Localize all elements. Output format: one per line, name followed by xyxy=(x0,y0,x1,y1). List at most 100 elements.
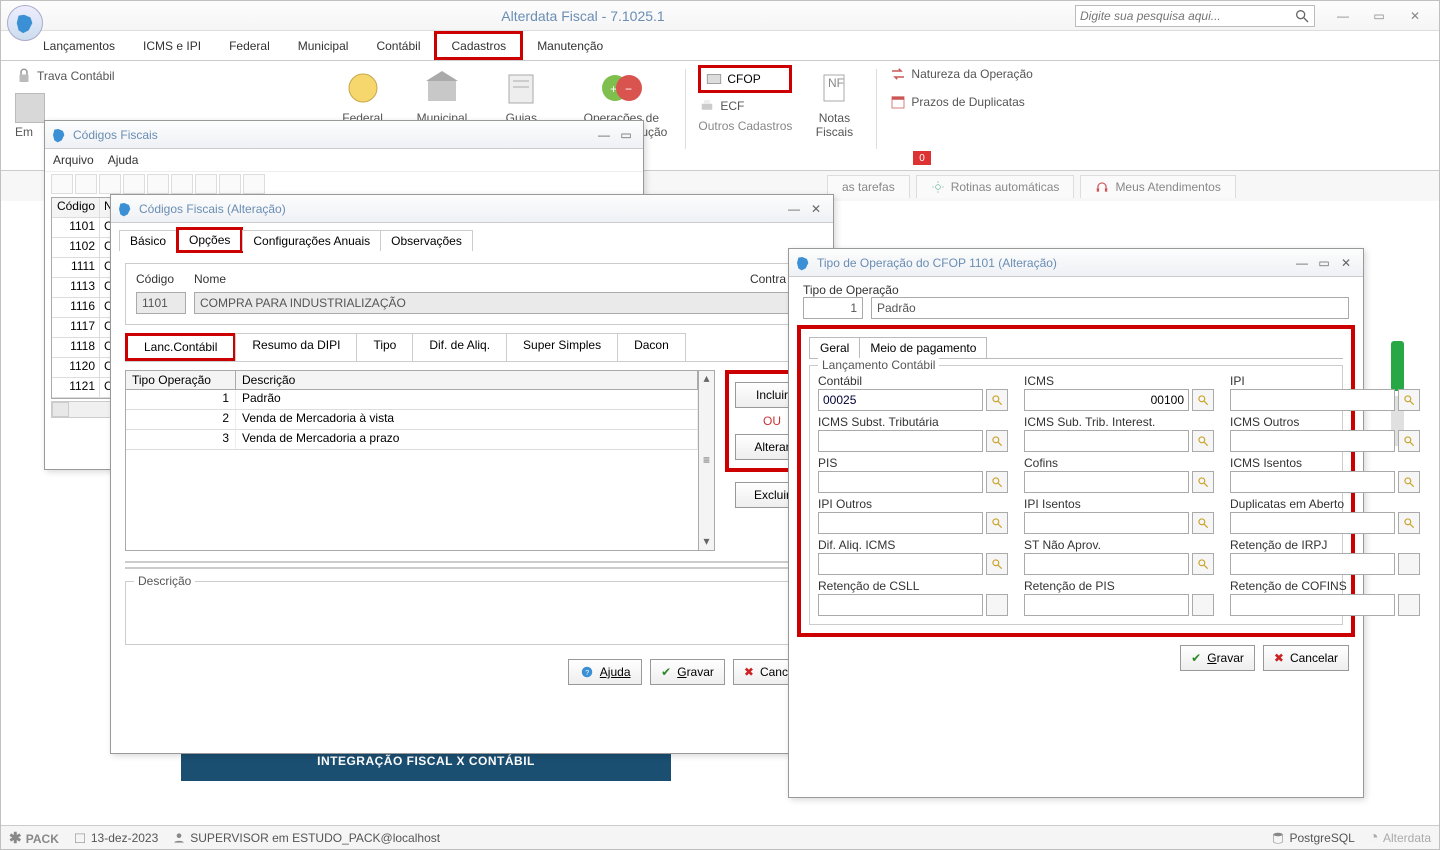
operacao-table[interactable]: Tipo Operação Descrição 1Padrão2Venda de… xyxy=(125,370,699,551)
icms_sti-search-icon[interactable] xyxy=(1192,430,1214,452)
cf-tool-4[interactable] xyxy=(123,174,145,194)
cf-tool-2[interactable] xyxy=(75,174,97,194)
menu-municipal[interactable]: Municipal xyxy=(284,31,363,60)
cf-tool-3[interactable] xyxy=(99,174,121,194)
ipi_out-input[interactable] xyxy=(818,512,983,534)
global-search[interactable] xyxy=(1075,5,1315,27)
natureza-button[interactable]: Natureza da Operação xyxy=(889,65,1032,83)
pis-search-icon[interactable] xyxy=(986,471,1008,493)
ipi_ise-input[interactable] xyxy=(1024,512,1189,534)
contabil-input[interactable] xyxy=(818,389,983,411)
icms_st-search-icon[interactable] xyxy=(986,430,1008,452)
cf-tool-9[interactable] xyxy=(243,174,265,194)
trava-contabil-button[interactable]: Trava Contábil xyxy=(15,67,115,85)
ipi_out-search-icon[interactable] xyxy=(986,512,1008,534)
minimize-button[interactable]: — xyxy=(1329,6,1357,26)
icms_st-input[interactable] xyxy=(818,430,983,452)
icms_out-input[interactable] xyxy=(1230,430,1395,452)
notas-fiscais-icon[interactable]: NF xyxy=(810,67,858,109)
tipo-num-field[interactable] xyxy=(803,297,863,319)
menu-icms-e-ipi[interactable]: ICMS e IPI xyxy=(129,31,215,60)
menu-contábil[interactable]: Contábil xyxy=(362,31,434,60)
cf-tool-1[interactable] xyxy=(51,174,73,194)
dif-search-icon[interactable] xyxy=(986,553,1008,575)
icms-search-icon[interactable] xyxy=(1192,389,1214,411)
menu-lançamentos[interactable]: Lançamentos xyxy=(29,31,129,60)
empresa-icon[interactable] xyxy=(15,93,45,123)
cf-menu-arquivo[interactable]: Arquivo xyxy=(53,153,94,167)
dup-input[interactable] xyxy=(1230,512,1395,534)
cf-minimize[interactable]: — xyxy=(593,126,615,144)
guias-icon[interactable] xyxy=(497,67,545,109)
ecf-button[interactable]: ECF xyxy=(698,97,792,115)
tow-close[interactable]: ✕ xyxy=(1335,254,1357,272)
subtab-super-simples[interactable]: Super Simples xyxy=(506,333,618,361)
menu-manutenção[interactable]: Manutenção xyxy=(523,31,617,60)
cf-tool-6[interactable] xyxy=(171,174,193,194)
cf-close[interactable]: ▭ xyxy=(615,126,637,144)
icms_ise-search-icon[interactable] xyxy=(1398,471,1420,493)
ret_irpj-input[interactable] xyxy=(1230,553,1395,575)
dup-search-icon[interactable] xyxy=(1398,512,1420,534)
cofins-input[interactable] xyxy=(1024,471,1189,493)
tow-gravar-button[interactable]: ✔Gravar xyxy=(1180,645,1255,671)
ipi-search-icon[interactable] xyxy=(1398,389,1420,411)
ipi_ise-search-icon[interactable] xyxy=(1192,512,1214,534)
menu-cadastros[interactable]: Cadastros xyxy=(434,31,523,60)
cfa-tab-op-es[interactable]: Opções xyxy=(176,227,243,253)
codigo-field[interactable] xyxy=(136,292,186,314)
tipo-nome-field[interactable] xyxy=(871,297,1349,319)
cofins-search-icon[interactable] xyxy=(1192,471,1214,493)
operacoes-icon[interactable]: +− xyxy=(597,67,645,109)
icms_out-search-icon[interactable] xyxy=(1398,430,1420,452)
nome-field[interactable] xyxy=(194,292,808,314)
tow-restore[interactable]: ▭ xyxy=(1313,254,1335,272)
tab-rotinas[interactable]: Rotinas automáticas xyxy=(916,175,1075,198)
pis-input[interactable] xyxy=(818,471,983,493)
cfa-close[interactable]: ✕ xyxy=(805,200,827,218)
ipi-input[interactable] xyxy=(1230,389,1395,411)
ret_cofins-lookup-button[interactable] xyxy=(1398,594,1420,616)
codfiscais-titlebar[interactable]: Códigos Fiscais — ▭ xyxy=(45,121,643,149)
ajuda-button[interactable]: ?Ajuda xyxy=(568,659,642,685)
op-row[interactable]: 2Venda de Mercadoria à vista xyxy=(126,410,698,430)
tow-tab-meio-de-pagamento[interactable]: Meio de pagamento xyxy=(859,337,987,358)
cfa-tab-configura-es-anuais[interactable]: Configurações Anuais xyxy=(242,230,381,251)
cfa-tab-observa-es[interactable]: Observações xyxy=(380,230,473,251)
subtab-dacon[interactable]: Dacon xyxy=(617,333,686,361)
tab-atendimentos[interactable]: Meus Atendimentos xyxy=(1080,175,1235,198)
subtab-tipo[interactable]: Tipo xyxy=(356,333,413,361)
ret_csll-lookup-button[interactable] xyxy=(986,594,1008,616)
cfa-minimize[interactable]: — xyxy=(783,200,805,218)
notification-badge[interactable]: 0 xyxy=(913,151,931,165)
menu-federal[interactable]: Federal xyxy=(215,31,284,60)
ret_pis-input[interactable] xyxy=(1024,594,1189,616)
cfa-tab-b-sico[interactable]: Básico xyxy=(119,230,177,251)
subtab-dif-de-aliq-[interactable]: Dif. de Aliq. xyxy=(412,333,507,361)
cf-tool-8[interactable] xyxy=(219,174,241,194)
search-icon[interactable] xyxy=(1294,8,1310,24)
op-row[interactable]: 1Padrão xyxy=(126,390,698,410)
op-row[interactable]: 3Venda de Mercadoria a prazo xyxy=(126,430,698,450)
ret_csll-input[interactable] xyxy=(818,594,983,616)
subtab-resumo-da-dipi[interactable]: Resumo da DIPI xyxy=(235,333,357,361)
icms_sti-input[interactable] xyxy=(1024,430,1189,452)
dif-input[interactable] xyxy=(818,553,983,575)
tow-cancelar-button[interactable]: ✖Cancelar xyxy=(1263,645,1349,671)
icms-input[interactable] xyxy=(1024,389,1189,411)
cf-menu-ajuda[interactable]: Ajuda xyxy=(108,153,139,167)
restore-button[interactable]: ▭ xyxy=(1365,6,1393,26)
cfa-titlebar[interactable]: Códigos Fiscais (Alteração) — ✕ xyxy=(111,195,833,223)
tow-minimize[interactable]: — xyxy=(1291,254,1313,272)
cf-tool-5[interactable] xyxy=(147,174,169,194)
municipal-icon[interactable] xyxy=(418,67,466,109)
op-vscroll[interactable]: ▴ ≡ ▾ xyxy=(699,370,715,551)
cfop-button[interactable]: CFOP xyxy=(698,65,792,93)
gravar-button[interactable]: ✔Gravar xyxy=(650,659,725,685)
search-input[interactable] xyxy=(1080,9,1294,23)
cf-tool-7[interactable] xyxy=(195,174,217,194)
contabil-search-icon[interactable] xyxy=(986,389,1008,411)
ret_cofins-input[interactable] xyxy=(1230,594,1395,616)
tab-tarefas[interactable]: as tarefas xyxy=(827,175,910,198)
prazos-button[interactable]: Prazos de Duplicatas xyxy=(889,93,1032,111)
